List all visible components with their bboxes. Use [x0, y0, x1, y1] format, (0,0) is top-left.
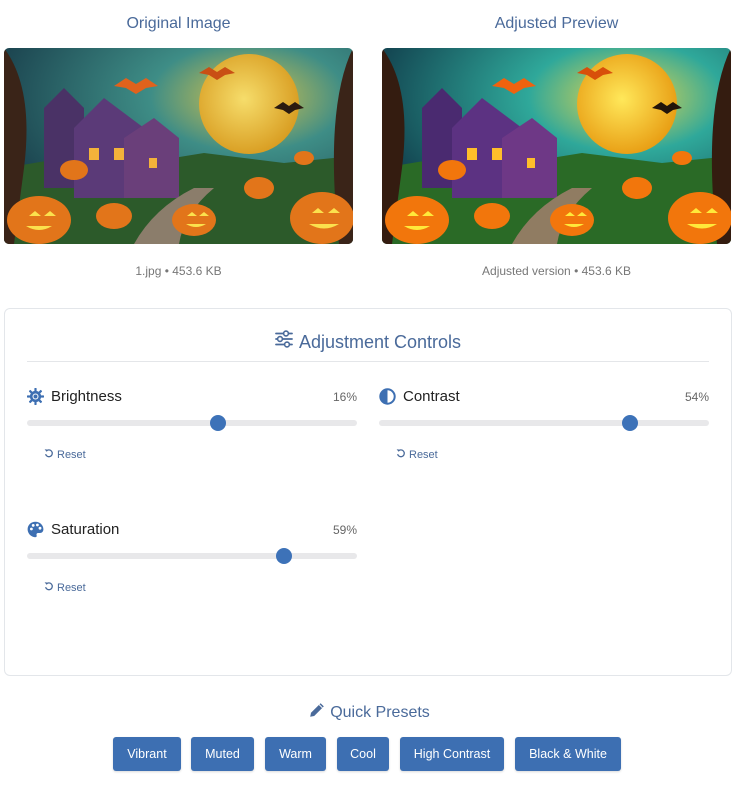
saturation-label: Saturation [51, 521, 120, 538]
original-image-title: Original Image [126, 15, 231, 32]
preset-black-white-button[interactable]: Black & White [515, 737, 621, 771]
contrast-slider-thumb[interactable] [621, 415, 638, 431]
undo-icon [44, 581, 54, 595]
original-image-column: Original Image 1.jpg • 453.6 KB [4, 0, 353, 278]
contrast-control: Contrast 54% Reset [379, 387, 709, 467]
saturation-slider[interactable] [27, 548, 357, 564]
original-image [4, 48, 353, 244]
adjusted-image-caption: Adjusted version • 453.6 KB [482, 264, 631, 278]
saturation-value: 59% [332, 523, 357, 537]
sliders-icon [275, 329, 293, 355]
saturation-control: Saturation 59% Reset [27, 520, 357, 600]
original-image-caption: 1.jpg • 453.6 KB [135, 264, 222, 278]
adjusted-image-title: Adjusted Preview [494, 15, 619, 32]
contrast-reset-label: Reset [409, 449, 438, 461]
contrast-reset-button[interactable]: Reset [396, 448, 438, 462]
pencil-icon [309, 702, 325, 724]
saturation-reset-label: Reset [57, 582, 86, 594]
preset-warm-button[interactable]: Warm [265, 737, 326, 771]
quick-presets-title: Quick Presets [330, 704, 430, 721]
saturation-slider-thumb[interactable] [276, 548, 293, 564]
brightness-slider-thumb[interactable] [210, 415, 227, 431]
adjustment-panel-header: Adjustment Controls [27, 329, 709, 362]
adjusted-image [382, 48, 731, 244]
preset-muted-button[interactable]: Muted [191, 737, 254, 771]
adjusted-image-column: Adjusted Preview Adjusted version • 453.… [382, 0, 731, 278]
undo-icon [396, 448, 406, 462]
brightness-control: Brightness 16% Reset [27, 387, 357, 467]
preset-vibrant-button[interactable]: Vibrant [113, 737, 181, 771]
adjustment-panel: Adjustment Controls Brightness 16% Reset… [4, 308, 732, 676]
adjustment-panel-title: Adjustment Controls [298, 332, 462, 352]
preset-high-contrast-button[interactable]: High Contrast [400, 737, 504, 771]
brightness-slider[interactable] [27, 415, 357, 431]
undo-icon [44, 448, 54, 462]
saturation-reset-button[interactable]: Reset [44, 581, 86, 595]
brightness-value: 16% [332, 390, 357, 404]
brightness-label: Brightness [51, 388, 122, 405]
palette-icon [27, 521, 44, 538]
contrast-label: Contrast [403, 388, 460, 405]
contrast-value: 54% [684, 390, 709, 404]
preset-cool-button[interactable]: Cool [337, 737, 389, 771]
brightness-reset-button[interactable]: Reset [44, 448, 86, 462]
brightness-reset-label: Reset [57, 449, 86, 461]
preset-buttons: Vibrant Muted Warm Cool High Contrast Bl… [0, 737, 739, 771]
sun-gear-icon [27, 388, 44, 405]
quick-presets-heading: Quick Presets [0, 702, 739, 724]
contrast-slider[interactable] [379, 415, 709, 431]
half-circle-icon [379, 388, 396, 405]
